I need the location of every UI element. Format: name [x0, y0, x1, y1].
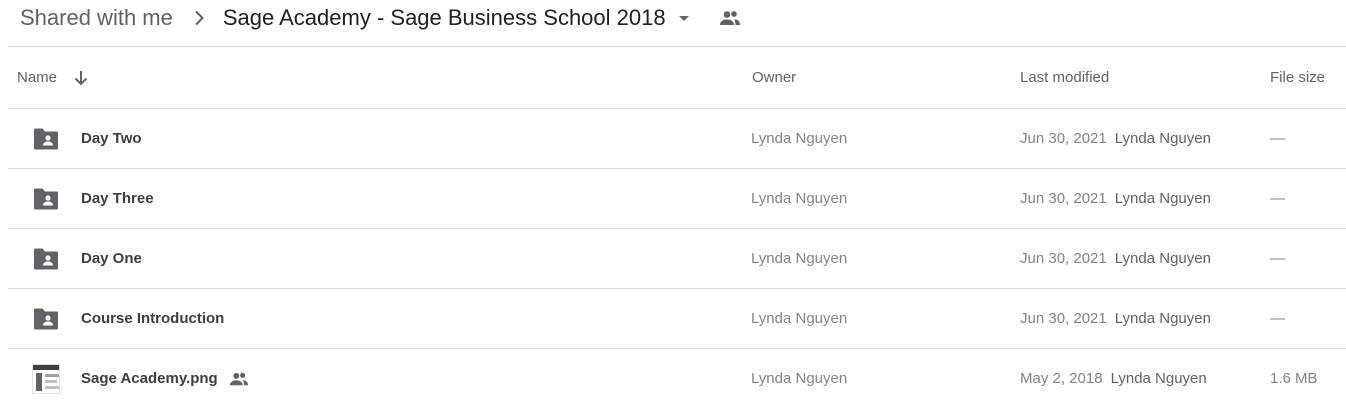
chevron-right-icon	[187, 6, 211, 30]
table-row[interactable]: Course Introduction Lynda Nguyen Jun 30,…	[8, 289, 1346, 349]
file-name: Sage Academy.png	[81, 370, 218, 387]
column-header-file-size: File size	[1270, 69, 1326, 86]
shared-folder-icon	[32, 109, 60, 168]
modified-date: Jun 30, 2021	[1020, 190, 1107, 207]
image-thumbnail	[32, 349, 60, 400]
file-owner: Lynda Nguyen	[751, 310, 848, 327]
table-row[interactable]: Sage Academy.png Lynda Nguyen May 2, 201…	[8, 349, 1346, 400]
breadcrumb-shared-with-me[interactable]: Shared with me	[20, 5, 173, 31]
column-header-name[interactable]: Name	[17, 47, 91, 108]
breadcrumb: Shared with me Sage Academy - Sage Busin…	[20, 0, 742, 36]
modified-by: Lynda Nguyen	[1114, 190, 1211, 207]
file-size: —	[1270, 130, 1285, 147]
file-name-cell: Sage Academy.png	[81, 349, 250, 400]
modified-date: Jun 30, 2021	[1020, 310, 1107, 327]
modified-date: May 2, 2018	[1020, 370, 1103, 387]
column-header-last-modified[interactable]: Last modified	[1020, 47, 1109, 108]
file-name: Day Two	[81, 130, 142, 147]
modified-by: Lynda Nguyen	[1114, 310, 1211, 327]
modified-by: Lynda Nguyen	[1114, 130, 1211, 147]
file-last-modified: Jun 30, 2021 Lynda Nguyen	[1020, 109, 1211, 168]
file-last-modified: Jun 30, 2021 Lynda Nguyen	[1020, 169, 1211, 228]
file-name: Course Introduction	[81, 310, 225, 327]
file-last-modified: Jun 30, 2021 Lynda Nguyen	[1020, 229, 1211, 288]
shared-people-icon	[718, 6, 742, 30]
shared-people-icon	[228, 370, 250, 388]
modified-by: Lynda Nguyen	[1114, 250, 1211, 267]
dropdown-arrow-icon[interactable]	[672, 6, 696, 30]
table-row[interactable]: Day One Lynda Nguyen Jun 30, 2021 Lynda …	[8, 229, 1346, 289]
drive-file-list-page: Shared with me Sage Academy - Sage Busin…	[0, 0, 1346, 400]
column-header-owner: Owner	[752, 69, 797, 86]
file-size: —	[1270, 250, 1285, 267]
file-owner: Lynda Nguyen	[751, 370, 848, 387]
file-size: 1.6 MB	[1270, 370, 1318, 387]
column-header-row: Name Owner Last modified File size	[8, 47, 1346, 109]
file-name: Day One	[81, 250, 142, 267]
file-list: Day Two Lynda Nguyen Jun 30, 2021 Lynda …	[8, 109, 1346, 400]
shared-folder-icon	[32, 229, 60, 288]
file-name: Day Three	[81, 190, 154, 207]
modified-by: Lynda Nguyen	[1110, 370, 1207, 387]
file-owner: Lynda Nguyen	[751, 190, 848, 207]
modified-date: Jun 30, 2021	[1020, 250, 1107, 267]
file-last-modified: Jun 30, 2021 Lynda Nguyen	[1020, 289, 1211, 348]
table-row[interactable]: Day Two Lynda Nguyen Jun 30, 2021 Lynda …	[8, 109, 1346, 169]
sort-arrow-down-icon[interactable]	[71, 68, 91, 88]
file-size: —	[1270, 310, 1285, 327]
breadcrumb-current-folder[interactable]: Sage Academy - Sage Business School 2018	[223, 5, 666, 31]
file-size: —	[1270, 190, 1285, 207]
file-owner: Lynda Nguyen	[751, 250, 848, 267]
modified-date: Jun 30, 2021	[1020, 130, 1107, 147]
table-row[interactable]: Day Three Lynda Nguyen Jun 30, 2021 Lynd…	[8, 169, 1346, 229]
shared-folder-icon	[32, 169, 60, 228]
file-last-modified: May 2, 2018 Lynda Nguyen	[1020, 349, 1207, 400]
column-header-name-label: Name	[17, 69, 58, 86]
shared-folder-icon	[32, 289, 60, 348]
file-owner: Lynda Nguyen	[751, 130, 848, 147]
